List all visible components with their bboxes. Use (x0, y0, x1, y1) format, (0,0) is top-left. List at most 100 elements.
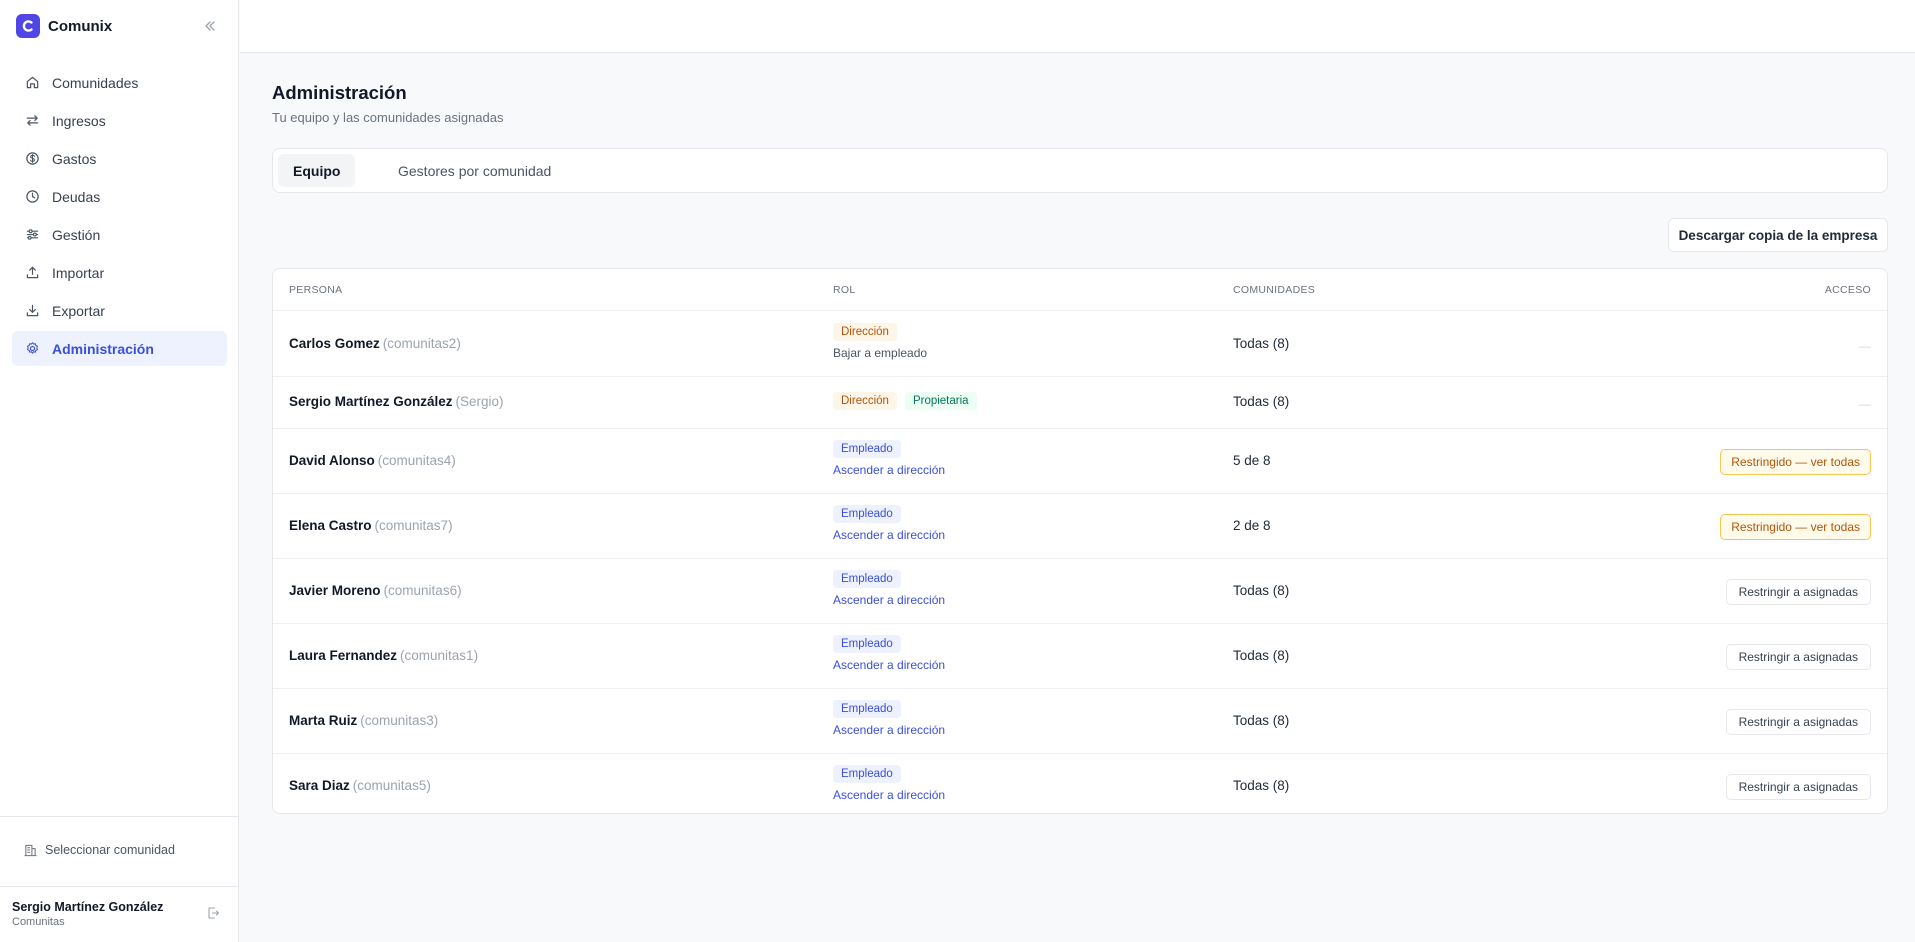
sidebar-item-ingresos[interactable]: Ingresos (12, 103, 227, 138)
sidebar-item-exportar[interactable]: Exportar (12, 293, 227, 328)
person-name: Elena Castro (289, 517, 372, 533)
sidebar-item-label: Deudas (52, 188, 101, 205)
restricted-see-all-button[interactable]: Restringido — ver todas (1720, 448, 1871, 475)
role-badge: Empleado (833, 440, 901, 458)
role-cell: Empleado Ascender a dirección (833, 440, 945, 477)
promote-to-management-link[interactable]: Ascender a dirección (833, 593, 945, 607)
access-cell: Restringir a asignadas (1725, 578, 1871, 605)
user-organization: Comunitas (12, 916, 65, 928)
person-cell: Elena Castro (comunitas7) (289, 518, 453, 533)
promote-to-management-link[interactable]: Ascender a dirección (833, 658, 945, 672)
access-cell: — (1859, 395, 1871, 413)
role-cell: Empleado Ascender a dirección (833, 765, 945, 802)
role-cell: Empleado Ascender a dirección (833, 635, 945, 672)
logout-icon[interactable] (204, 904, 222, 922)
table-row: Sara Diaz (comunitas5) Empleado Ascender a … (273, 754, 1887, 813)
promote-to-management-link[interactable]: Ascender a dirección (833, 723, 945, 737)
role-badges: Empleado (833, 505, 945, 523)
table-row: Sergio Martínez González (Sergio) Direcció… (273, 377, 1887, 429)
column-header-acceso: Acceso (1824, 284, 1871, 296)
person-name: Sergio Martínez González (289, 394, 453, 409)
download-company-copy-button[interactable]: Descargar copia de la empresa (1668, 218, 1888, 252)
person-cell: Sara Diaz (comunitas5) (289, 778, 431, 793)
building-icon (24, 844, 37, 857)
person-name: Marta Ruiz (289, 712, 358, 728)
role-badge: Propietaria (904, 392, 977, 410)
role-badges: Dirección Propietaria (833, 392, 977, 410)
person-cell: Marta Ruiz (comunitas3) (289, 713, 438, 728)
person-name: Javier Moreno (289, 582, 381, 598)
person-username: (comunitas1) (400, 647, 479, 663)
person-name: David Alonso (289, 452, 375, 468)
table-row: Laura Fernandez (comunitas1) Empleado Ascen… (273, 624, 1887, 689)
person-username: (Sergio) (455, 394, 504, 409)
person-cell: Sergio Martínez González (Sergio) (289, 394, 504, 409)
tab-equipo[interactable]: Equipo (278, 154, 356, 187)
access-cell: — (1859, 337, 1871, 355)
restrict-to-assigned-button[interactable]: Restringir a asignadas (1725, 578, 1871, 605)
role-cell: Empleado Ascender a dirección (833, 505, 945, 542)
promote-to-management-link[interactable]: Ascender a dirección (833, 788, 945, 802)
person-username: (comunitas2) (382, 335, 461, 351)
demote-to-employee-link[interactable]: Bajar a empleado (833, 346, 927, 360)
role-badge: Dirección (833, 392, 897, 410)
table-row: David Alonso (comunitas4) Empleado Ascender… (273, 429, 1887, 494)
communities-cell: 2 de 8 (1233, 517, 1271, 533)
role-badges: Empleado (833, 440, 945, 458)
tab-gestores-por-comunidad[interactable]: Gestores por comunidad (383, 154, 566, 187)
column-header-persona: Persona (289, 284, 343, 296)
role-badge: Empleado (833, 700, 901, 718)
sidebar-item-administracion[interactable]: Administración (12, 331, 227, 366)
role-cell: Dirección Bajar a empleado (833, 323, 927, 360)
role-badge: Empleado (833, 505, 901, 523)
sidebar-item-label: Importar (52, 264, 105, 281)
access-cell: Restringido — ver todas (1720, 448, 1871, 475)
access-cell: Restringir a asignadas (1725, 773, 1871, 800)
divider (0, 816, 239, 817)
role-cell: Empleado Ascender a dirección (833, 570, 945, 607)
access-cell: Restringir a asignadas (1725, 708, 1871, 735)
communities-cell: Todas (8) (1233, 647, 1290, 663)
arrows-left-right-icon (24, 113, 40, 129)
restrict-to-assigned-button[interactable]: Restringir a asignadas (1725, 773, 1871, 800)
promote-to-management-link[interactable]: Ascender a dirección (833, 528, 945, 542)
table-row: Marta Ruiz (comunitas3) Empleado Ascender a… (273, 689, 1887, 754)
select-community-button[interactable]: Seleccionar comunidad (24, 843, 175, 857)
sidebar: Comunix Comunidades Ingresos Gastos Deud… (0, 0, 239, 942)
communities-cell: Todas (8) (1233, 394, 1290, 409)
promote-to-management-link[interactable]: Ascender a dirección (833, 463, 945, 477)
table-row: Elena Castro (comunitas7) Empleado Ascender… (273, 494, 1887, 559)
app-name: Comunix (48, 17, 113, 35)
collapse-sidebar-icon[interactable] (200, 16, 220, 36)
sidebar-item-deudas[interactable]: Deudas (12, 179, 227, 214)
brand[interactable]: Comunix (16, 14, 112, 38)
role-badges: Empleado (833, 700, 945, 718)
communities-cell: Todas (8) (1233, 712, 1290, 728)
restricted-see-all-button[interactable]: Restringido — ver todas (1720, 513, 1871, 540)
restrict-to-assigned-button[interactable]: Restringir a asignadas (1725, 708, 1871, 735)
upload-icon (24, 265, 40, 281)
top-bar (240, 0, 1915, 53)
select-community-label: Seleccionar comunidad (45, 843, 175, 857)
column-header-rol: Rol (833, 284, 856, 296)
access-empty: — (1859, 338, 1871, 353)
role-badge: Empleado (833, 765, 901, 783)
dollar-circle-icon (24, 151, 40, 167)
role-badges: Empleado (833, 570, 945, 588)
sidebar-item-importar[interactable]: Importar (12, 255, 227, 290)
person-name: Laura Fernandez (289, 647, 398, 663)
sidebar-item-gestion[interactable]: Gestión (12, 217, 227, 252)
person-cell: David Alonso (comunitas4) (289, 453, 456, 468)
sidebar-item-gastos[interactable]: Gastos (12, 141, 227, 176)
home-icon (24, 75, 40, 91)
table-row: Carlos Gomez (comunitas2) Dirección Bajar a… (273, 312, 1887, 377)
access-cell: Restringir a asignadas (1725, 643, 1871, 670)
column-header-comunidades: Comunidades (1233, 284, 1316, 296)
clock-icon (24, 189, 40, 205)
role-cell: Empleado Ascender a dirección (833, 700, 945, 737)
sidebar-item-comunidades[interactable]: Comunidades (12, 65, 227, 100)
sidebar-item-label: Exportar (52, 302, 105, 319)
restrict-to-assigned-button[interactable]: Restringir a asignadas (1725, 643, 1871, 670)
person-cell: Laura Fernandez (comunitas1) (289, 648, 478, 663)
person-username: (comunitas4) (377, 452, 456, 468)
